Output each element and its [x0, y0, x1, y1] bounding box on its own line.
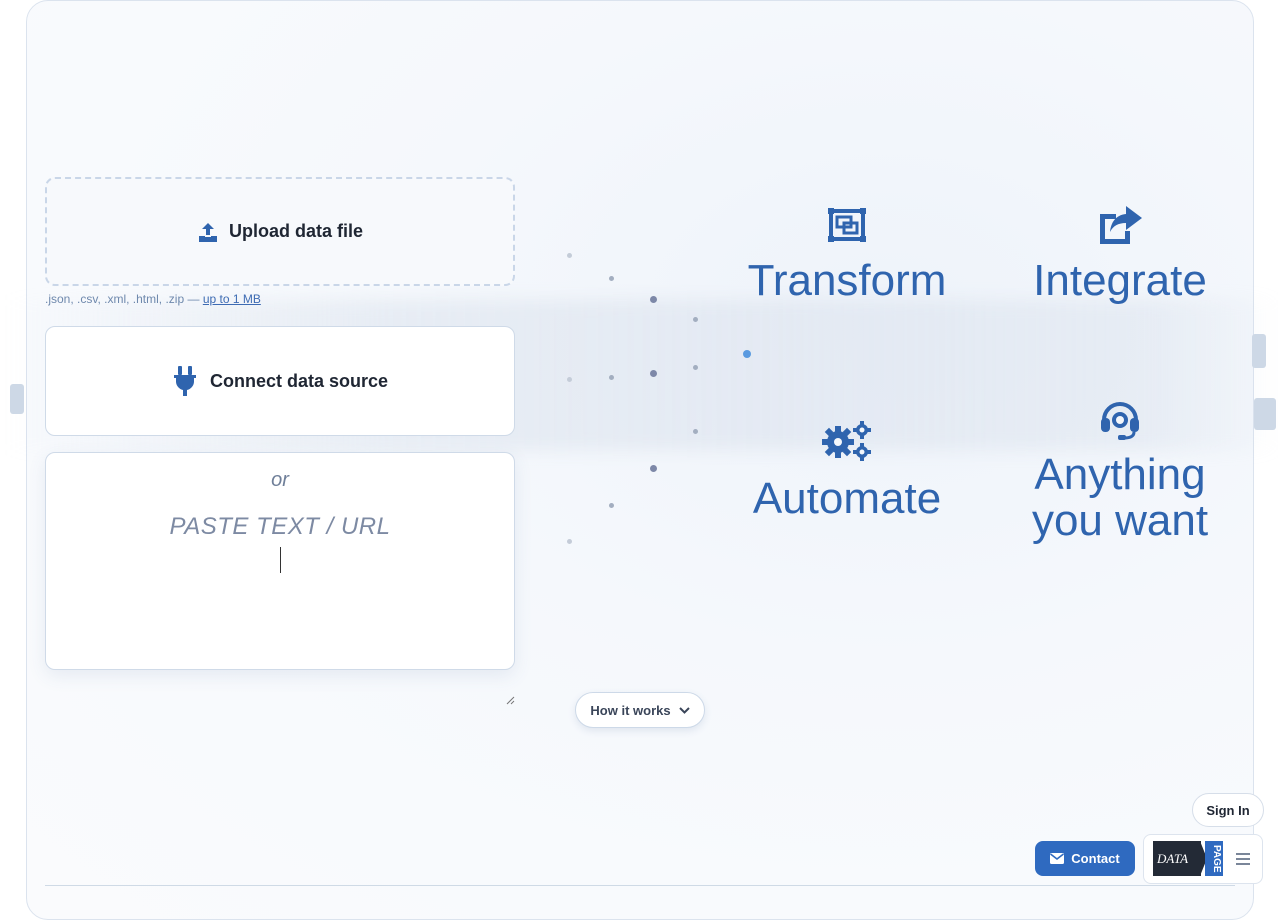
- logo-word-page: PAGE: [1211, 845, 1222, 873]
- upload-icon: [198, 222, 217, 242]
- sign-in-button[interactable]: Sign In: [1192, 793, 1264, 827]
- connect-source-button[interactable]: Connect data source: [45, 326, 515, 436]
- or-separator: or: [271, 469, 289, 491]
- upload-hint: .json, .csv, .xml, .html, .zip — up to 1…: [45, 292, 261, 306]
- feature-anything: Anything you want: [1010, 398, 1230, 544]
- resize-handle-icon[interactable]: [505, 695, 515, 705]
- chevron-down-icon: [678, 707, 690, 714]
- feature-transform-title: Transform: [747, 256, 947, 305]
- sign-in-label: Sign In: [1206, 802, 1250, 818]
- upload-file-button[interactable]: Upload data file: [45, 177, 515, 286]
- left-edge-decoration: [10, 384, 24, 414]
- menu-icon[interactable]: [1236, 853, 1250, 865]
- connect-label: Connect data source: [209, 370, 389, 391]
- feature-anything-title-line2: you want: [1031, 496, 1209, 545]
- gears-icon: [822, 421, 871, 461]
- paste-textarea[interactable]: or PASTE TEXT / URL: [45, 452, 515, 670]
- brand-card: DATA PAGE: [1143, 834, 1263, 884]
- right-edge-decoration: [1254, 398, 1276, 430]
- right-edge-decoration-top: [1252, 334, 1266, 368]
- bottom-divider: [45, 885, 1235, 886]
- headset-icon: [1101, 402, 1139, 440]
- feature-automate: Automate: [737, 420, 957, 522]
- transform-icon: [828, 208, 866, 242]
- upload-formats: .json, .csv, .xml, .html, .zip —: [45, 292, 203, 306]
- brand-logo[interactable]: DATA PAGE: [1153, 841, 1223, 876]
- upload-label: Upload data file: [228, 221, 363, 241]
- text-caret: [280, 547, 281, 573]
- share-icon: [1100, 206, 1142, 244]
- contact-label: Contact: [1071, 851, 1120, 866]
- how-it-works-button[interactable]: How it works: [575, 692, 705, 728]
- feature-integrate-title: Integrate: [1033, 256, 1207, 305]
- feature-integrate: Integrate: [1010, 204, 1230, 304]
- feature-automate-title: Automate: [752, 474, 942, 523]
- how-it-works-label: How it works: [590, 702, 671, 718]
- paste-placeholder: PASTE TEXT / URL: [169, 513, 391, 540]
- size-limit-link[interactable]: up to 1 MB: [203, 292, 261, 306]
- logo-word-data: DATA: [1157, 851, 1189, 866]
- contact-button[interactable]: Contact: [1035, 841, 1135, 876]
- envelope-icon: [1050, 853, 1065, 864]
- feature-anything-title-line1: Anything: [1034, 450, 1206, 499]
- feature-transform: Transform: [737, 206, 957, 304]
- plug-icon: [173, 366, 196, 396]
